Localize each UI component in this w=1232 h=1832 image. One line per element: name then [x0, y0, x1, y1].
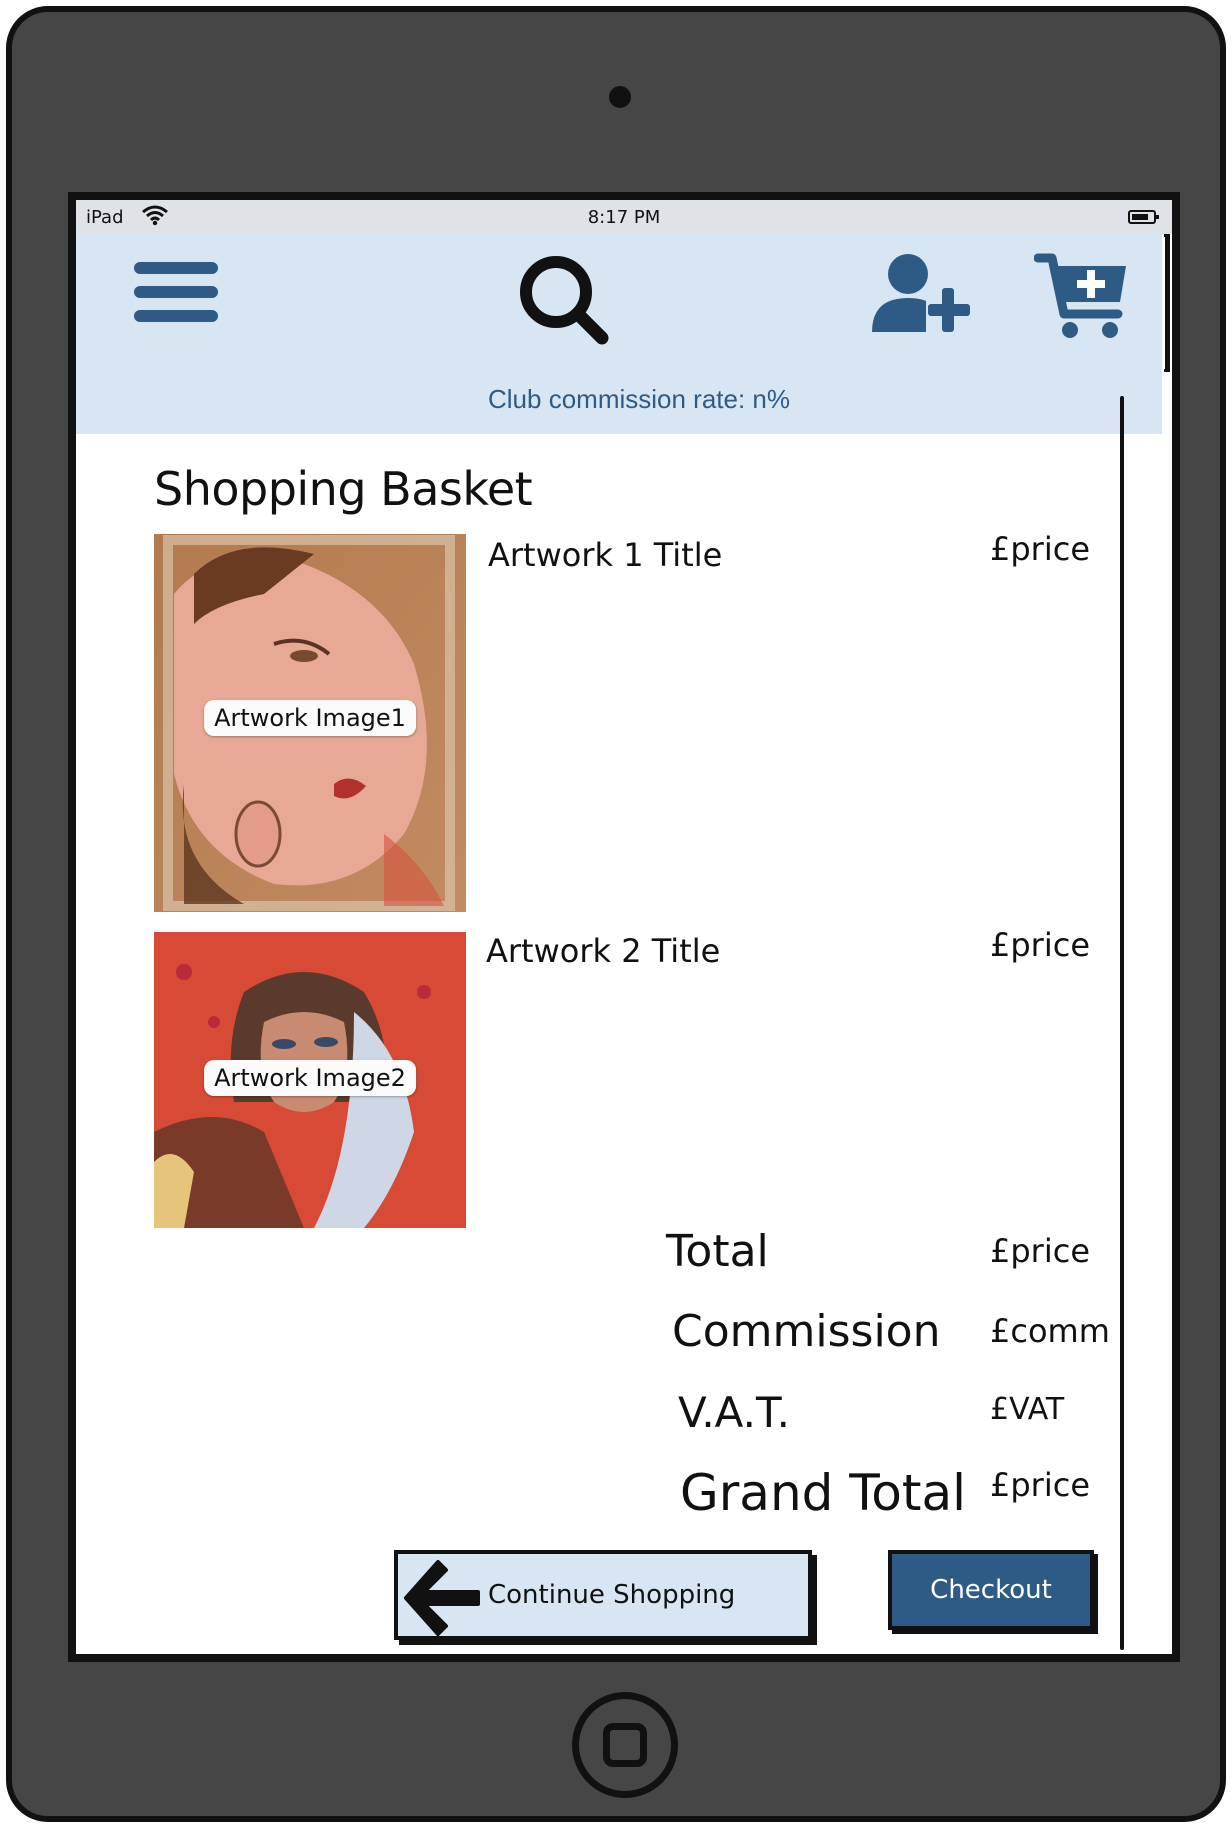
scrollbar[interactable]: [1120, 396, 1124, 1650]
commission-value: £comm: [990, 1312, 1110, 1350]
artwork-2-price: £price: [990, 926, 1090, 964]
checkout-button[interactable]: Checkout: [888, 1550, 1094, 1630]
artwork-2-image-label: Artwork Image2: [204, 1060, 416, 1096]
continue-shopping-button[interactable]: Continue Shopping: [394, 1550, 812, 1640]
hamburger-menu-icon[interactable]: [134, 256, 218, 328]
total-label: Total: [666, 1226, 769, 1277]
commission-label: Commission: [672, 1306, 941, 1357]
artwork-1-image-label: Artwork Image1: [204, 700, 416, 736]
battery-icon: [1128, 210, 1159, 224]
cart-add-icon[interactable]: [1033, 252, 1130, 342]
search-icon[interactable]: [514, 250, 614, 350]
total-value: £price: [990, 1232, 1090, 1270]
artwork-2-title[interactable]: Artwork 2 Title: [486, 932, 720, 970]
screen: iPad 8:17 PM Club commission rate: n% Sh…: [68, 192, 1180, 1662]
status-bar: iPad 8:17 PM: [76, 200, 1172, 234]
grand-total-value: £price: [990, 1466, 1090, 1504]
app-header: Club commission rate: n%: [76, 234, 1162, 434]
camera-dot: [609, 86, 631, 108]
status-time: 8:17 PM: [587, 207, 661, 228]
add-user-icon[interactable]: [872, 252, 976, 336]
commission-rate-text: Club commission rate: n%: [488, 384, 790, 414]
header-edge-bracket: [1164, 234, 1170, 372]
artwork-1-image[interactable]: Artwork Image1: [154, 534, 466, 912]
vat-label: V.A.T.: [678, 1388, 791, 1437]
page-title: Shopping Basket: [154, 462, 533, 516]
arrow-left-icon: [402, 1558, 482, 1642]
continue-shopping-label: Continue Shopping: [488, 1580, 736, 1610]
home-button-square: [603, 1723, 647, 1767]
tablet-frame: iPad 8:17 PM Club commission rate: n% Sh…: [6, 6, 1226, 1822]
artwork-2-image[interactable]: Artwork Image2: [154, 932, 466, 1228]
artwork-1-title[interactable]: Artwork 1 Title: [488, 536, 722, 574]
vat-value: £VAT: [990, 1392, 1065, 1427]
grand-total-label: Grand Total: [680, 1464, 967, 1522]
home-button[interactable]: [572, 1692, 678, 1798]
artwork-1-price: £price: [990, 530, 1090, 568]
